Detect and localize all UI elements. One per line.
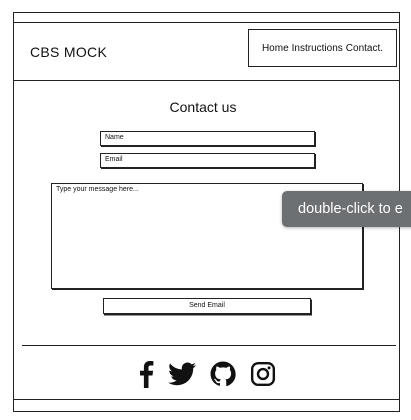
brand-logo[interactable]: CBS MOCK (30, 44, 107, 60)
twitter-icon[interactable] (168, 362, 196, 386)
name-field[interactable]: Name (100, 131, 315, 146)
page-title: Contact us (169, 99, 237, 115)
bottom-divider (13, 399, 400, 400)
social-icons (138, 360, 276, 388)
send-email-button[interactable]: Send Email (103, 298, 311, 314)
email-field[interactable]: Email (100, 153, 315, 168)
nav-menu: Home Instructions Contact. (248, 29, 397, 67)
nav-instructions[interactable]: Instructions (292, 43, 343, 54)
nav-home[interactable]: Home (262, 43, 289, 54)
github-icon[interactable] (210, 361, 236, 387)
nav-contact[interactable]: Contact. (346, 43, 383, 54)
top-divider (13, 22, 400, 23)
instagram-icon[interactable] (250, 361, 276, 387)
edit-tooltip: double-click to e (282, 191, 411, 227)
footer-divider (22, 345, 396, 346)
facebook-icon[interactable] (138, 360, 154, 388)
header-divider (13, 80, 400, 81)
